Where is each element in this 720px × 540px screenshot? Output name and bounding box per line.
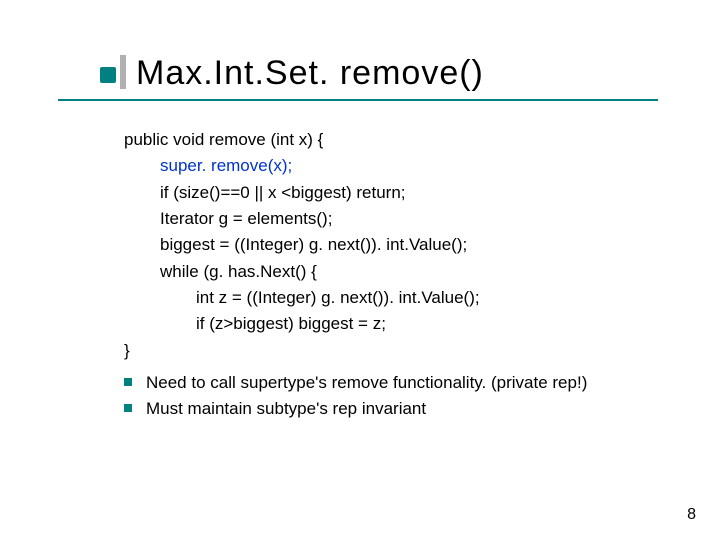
code-line: } [124, 338, 658, 364]
code-line: if (z>biggest) biggest = z; [124, 311, 658, 337]
title-underline [58, 99, 658, 101]
list-item: Need to call supertype's remove function… [124, 370, 658, 396]
bullet-text: Must maintain subtype's rep invariant [146, 396, 426, 422]
bullet-square-icon [124, 378, 132, 386]
code-line: if (size()==0 || x <biggest) return; [124, 180, 658, 206]
bullet-text: Need to call supertype's remove function… [146, 370, 587, 396]
bullet-square-icon [124, 404, 132, 412]
code-line: int z = ((Integer) g. next()). int.Value… [124, 285, 658, 311]
code-line: Iterator g = elements(); [124, 206, 658, 232]
code-line: biggest = ((Integer) g. next()). int.Val… [124, 232, 658, 258]
accent-bar-icon [120, 55, 126, 89]
code-line-super: super. remove(x); [124, 153, 658, 179]
code-line: while (g. has.Next() { [124, 259, 658, 285]
page-number: 8 [687, 506, 696, 524]
accent-square-icon [100, 67, 116, 83]
code-block: public void remove (int x) { super. remo… [100, 127, 658, 364]
slide-body: Max.Int.Set. remove() public void remove… [0, 0, 720, 423]
list-item: Must maintain subtype's rep invariant [124, 396, 658, 422]
title-row: Max.Int.Set. remove() [100, 54, 658, 93]
code-line: public void remove (int x) { [124, 127, 658, 153]
bullet-list: Need to call supertype's remove function… [100, 370, 658, 423]
slide-title: Max.Int.Set. remove() [136, 54, 484, 93]
